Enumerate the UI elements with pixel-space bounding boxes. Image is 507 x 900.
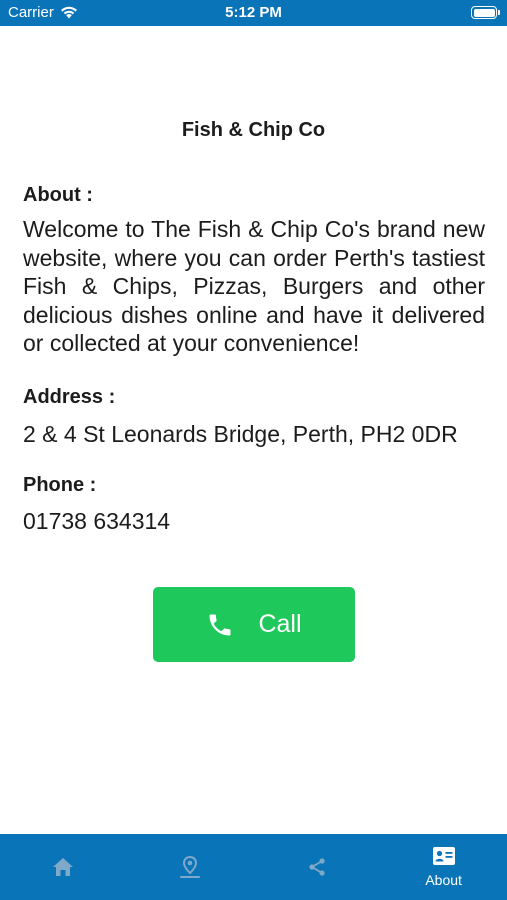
about-text: Welcome to The Fish & Chip Co's brand ne…	[23, 216, 485, 357]
about-heading: About :	[23, 184, 93, 206]
phone-value: 01738 634314	[23, 508, 171, 534]
tab-bar: About	[0, 834, 507, 900]
map-pin-icon	[179, 855, 201, 879]
tab-about[interactable]: About	[380, 834, 507, 900]
address-value: 2 & 4 St Leonards Bridge, Perth, PH2 0DR	[23, 421, 458, 447]
home-icon	[52, 857, 74, 877]
status-bar: Carrier 5:12 PM	[0, 0, 507, 26]
tab-about-label: About	[425, 872, 462, 888]
share-icon	[307, 857, 327, 877]
tab-home[interactable]	[0, 834, 127, 900]
page-title: Fish & Chip Co	[181, 119, 326, 141]
battery-icon	[471, 6, 500, 19]
contact-card-icon	[432, 846, 456, 866]
phone-heading: Phone :	[23, 474, 97, 496]
status-time: 5:12 PM	[225, 4, 282, 21]
phone-icon	[206, 611, 234, 639]
address-heading: Address :	[23, 386, 116, 408]
tab-share[interactable]	[254, 834, 381, 900]
call-button[interactable]: Call	[153, 587, 355, 662]
tab-location[interactable]	[127, 834, 254, 900]
call-label: Call	[258, 610, 302, 638]
